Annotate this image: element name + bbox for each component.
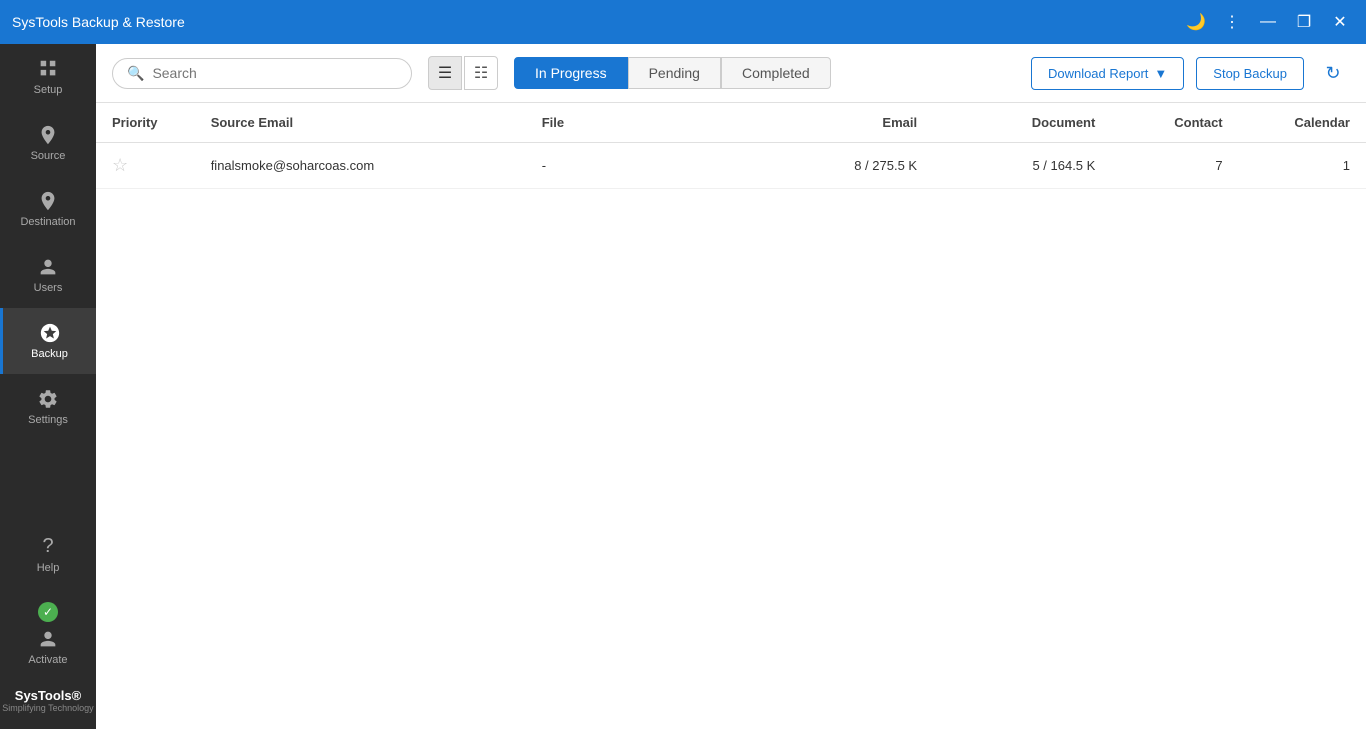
activate-badge-icon: ✓ — [38, 602, 58, 622]
list-view-button[interactable]: ☰ — [428, 56, 462, 90]
refresh-button[interactable]: ↻ — [1316, 56, 1350, 90]
sidebar-label-users: Users — [34, 282, 63, 294]
dropdown-arrow-icon: ▼ — [1154, 66, 1167, 81]
sidebar-label-setup: Setup — [34, 84, 63, 96]
brand-sub: Simplifying Technology — [2, 703, 93, 713]
toolbar: 🔍 ☰ ☷ In Progress Pending Completed Down… — [96, 44, 1366, 103]
search-icon: 🔍 — [127, 65, 144, 82]
minimize-button[interactable]: — — [1254, 8, 1282, 36]
brand-name: SysTools® — [2, 688, 93, 703]
source-icon — [37, 124, 59, 146]
contact-cell: 7 — [1111, 143, 1238, 189]
sidebar-label-settings: Settings — [28, 414, 68, 426]
search-input[interactable] — [152, 65, 397, 81]
settings-icon — [37, 388, 59, 410]
users-icon — [37, 256, 59, 278]
grid-view-button[interactable]: ☷ — [464, 56, 498, 90]
tab-group: In Progress Pending Completed — [514, 57, 831, 89]
file-cell: - — [526, 143, 755, 189]
maximize-button[interactable]: ❐ — [1290, 8, 1318, 36]
tab-inprogress[interactable]: In Progress — [514, 57, 628, 89]
sidebar: Setup Source Destination Users Backup Se… — [0, 44, 96, 729]
star-icon[interactable]: ☆ — [112, 155, 128, 175]
sidebar-item-destination[interactable]: Destination — [0, 176, 96, 242]
backup-table: Priority Source Email File Email Documen… — [96, 103, 1366, 189]
setup-icon — [37, 58, 59, 80]
more-options-icon[interactable]: ⋮ — [1218, 8, 1246, 36]
sidebar-bottom: ? Help ✓ Activate SysTools® Simplifying … — [0, 521, 96, 729]
theme-toggle-icon[interactable]: 🌙 — [1182, 8, 1210, 36]
source-email-cell: finalsmoke@soharcoas.com — [195, 143, 526, 189]
view-toggle: ☰ ☷ — [428, 56, 498, 90]
header-source-email: Source Email — [195, 103, 526, 143]
table-body: ☆ finalsmoke@soharcoas.com - 8 / 275.5 K… — [96, 143, 1366, 189]
priority-cell[interactable]: ☆ — [96, 143, 195, 189]
tab-pending[interactable]: Pending — [628, 57, 721, 89]
header-document: Document — [933, 103, 1111, 143]
sidebar-item-activate[interactable]: ✓ Activate — [0, 588, 96, 680]
table-header: Priority Source Email File Email Documen… — [96, 103, 1366, 143]
table-container: Priority Source Email File Email Documen… — [96, 103, 1366, 729]
sidebar-item-settings[interactable]: Settings — [0, 374, 96, 440]
sidebar-item-users[interactable]: Users — [0, 242, 96, 308]
help-icon: ? — [42, 535, 53, 558]
app-body: Setup Source Destination Users Backup Se… — [0, 44, 1366, 729]
email-cell: 8 / 275.5 K — [755, 143, 933, 189]
header-contact: Contact — [1111, 103, 1238, 143]
window-controls: 🌙 ⋮ — ❐ ✕ — [1182, 8, 1354, 36]
stop-backup-button[interactable]: Stop Backup — [1196, 57, 1304, 90]
download-report-label: Download Report — [1048, 66, 1148, 81]
document-cell: 5 / 164.5 K — [933, 143, 1111, 189]
sidebar-label-activate: Activate — [28, 654, 67, 666]
destination-icon — [37, 190, 59, 212]
header-email: Email — [755, 103, 933, 143]
sidebar-label-help: Help — [37, 562, 60, 574]
backup-icon — [39, 322, 61, 344]
brand-area: SysTools® Simplifying Technology — [2, 680, 93, 721]
activate-user-icon — [37, 628, 59, 650]
calendar-cell: 1 — [1239, 143, 1366, 189]
main-content: 🔍 ☰ ☷ In Progress Pending Completed Down… — [96, 44, 1366, 729]
close-button[interactable]: ✕ — [1326, 8, 1354, 36]
header-priority: Priority — [96, 103, 195, 143]
title-bar: SysTools Backup & Restore 🌙 ⋮ — ❐ ✕ — [0, 0, 1366, 44]
sidebar-label-backup: Backup — [31, 348, 68, 360]
download-report-button[interactable]: Download Report ▼ — [1031, 57, 1184, 90]
sidebar-item-backup[interactable]: Backup — [0, 308, 96, 374]
tab-completed[interactable]: Completed — [721, 57, 831, 89]
sidebar-label-destination: Destination — [20, 216, 75, 228]
header-file: File — [526, 103, 755, 143]
search-box[interactable]: 🔍 — [112, 58, 412, 89]
header-calendar: Calendar — [1239, 103, 1366, 143]
table-row: ☆ finalsmoke@soharcoas.com - 8 / 275.5 K… — [96, 143, 1366, 189]
sidebar-item-source[interactable]: Source — [0, 110, 96, 176]
app-title: SysTools Backup & Restore — [12, 14, 1182, 30]
sidebar-item-setup[interactable]: Setup — [0, 44, 96, 110]
sidebar-item-help[interactable]: ? Help — [0, 521, 96, 588]
sidebar-label-source: Source — [31, 150, 66, 162]
